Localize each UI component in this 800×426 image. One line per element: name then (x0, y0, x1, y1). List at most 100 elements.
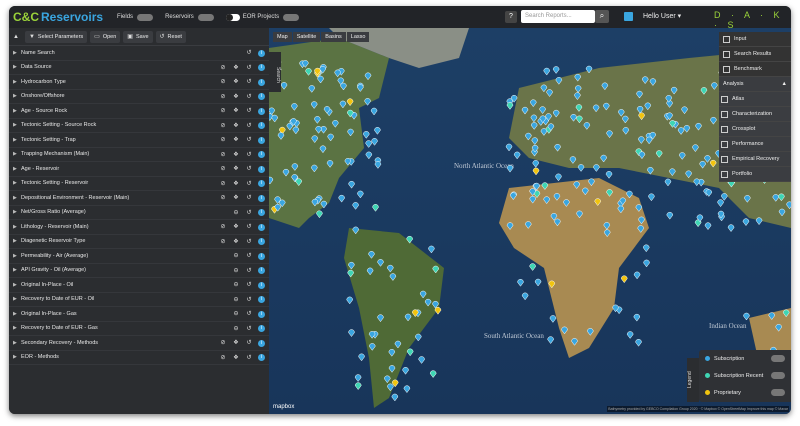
parameter-row[interactable]: ▶ Tectonic Setting - Source Rock ⊘ ❖ ↺ i (9, 119, 269, 133)
submenu-item[interactable]: Characterization (719, 107, 791, 122)
reset-icon[interactable]: ↺ (245, 238, 253, 246)
chevron-right-icon[interactable]: ▶ (13, 282, 21, 288)
map-attribution[interactable]: Bathymetry provided by GEBCO Compilation… (607, 406, 789, 412)
values-icon[interactable]: ❖ (232, 354, 240, 362)
info-icon[interactable]: i (258, 151, 265, 158)
parameter-row[interactable]: ▶ Permeability - Air (Average) ⊖ ↺ i (9, 249, 269, 264)
info-icon[interactable]: i (258, 93, 265, 100)
chevron-right-icon[interactable]: ▶ (13, 180, 21, 186)
search-icon[interactable]: ⌕ (595, 10, 609, 23)
reset-icon[interactable]: ↺ (245, 122, 253, 130)
clear-icon[interactable]: ⊘ (219, 122, 227, 130)
parameter-row[interactable]: ▶ Diagenetic Reservoir Type ⊘ ❖ ↺ i (9, 235, 269, 249)
info-icon[interactable]: i (258, 223, 265, 231)
reset-icon[interactable]: ↺ (245, 180, 253, 188)
info-icon[interactable]: i (258, 122, 265, 129)
reservoirs-toggle[interactable]: Reservoirs (165, 13, 214, 21)
values-icon[interactable]: ❖ (232, 339, 240, 347)
clear-icon[interactable]: ⊘ (219, 180, 227, 188)
parameter-row[interactable]: ▶ Name Search ↺ i (9, 46, 269, 61)
clear-icon[interactable]: ⊘ (219, 151, 227, 159)
reset-icon[interactable]: ↺ (245, 136, 253, 144)
parameter-row[interactable]: ▶ Age - Source Rock ⊘ ❖ ↺ i (9, 104, 269, 119)
values-icon[interactable]: ❖ (232, 64, 240, 72)
fields-switch[interactable] (137, 13, 154, 21)
save-button[interactable]: ▣ Save (123, 30, 153, 43)
parameter-row[interactable]: ▶ Tectonic Setting - Trap ⊘ ❖ ↺ i (9, 133, 269, 148)
chevron-right-icon[interactable]: ▶ (13, 340, 21, 346)
reset-icon[interactable]: ↺ (245, 151, 253, 159)
chevron-right-icon[interactable]: ▶ (13, 151, 21, 157)
reset-icon[interactable]: ↺ (245, 339, 253, 347)
submenu-item[interactable]: Performance (719, 137, 791, 152)
info-icon[interactable]: i (258, 310, 265, 318)
range-icon[interactable]: ⊖ (232, 252, 240, 260)
menu-benchmark[interactable]: Benchmark (719, 62, 791, 77)
chevron-right-icon[interactable]: ▶ (13, 238, 21, 244)
info-icon[interactable]: i (258, 252, 265, 260)
clear-icon[interactable]: ⊘ (219, 93, 227, 101)
reset-icon[interactable]: ↺ (245, 165, 253, 173)
chevron-right-icon[interactable]: ▶ (13, 253, 21, 259)
info-icon[interactable]: i (258, 354, 265, 361)
reset-icon[interactable]: ↺ (245, 310, 253, 318)
parameter-row[interactable]: ▶ Recovery to Date of EUR - Oil ⊖ ↺ i (9, 293, 269, 307)
clear-icon[interactable]: ⊘ (219, 136, 227, 144)
eor-switch-on[interactable] (225, 13, 240, 21)
parameter-row[interactable]: ▶ Trapping Mechanism (Main) ⊘ ❖ ↺ i (9, 148, 269, 162)
info-icon[interactable]: i (258, 180, 265, 187)
menu-input[interactable]: Input (719, 32, 791, 47)
parameter-row[interactable]: ▶ Onshore/Offshore ⊘ ❖ ↺ i (9, 90, 269, 104)
submenu-item[interactable]: Portfolio (719, 167, 791, 182)
chevron-right-icon[interactable]: ▶ (13, 64, 21, 70)
info-icon[interactable]: i (258, 49, 265, 57)
info-icon[interactable]: i (258, 78, 265, 86)
app-logo[interactable]: C&C Reservoirs (13, 10, 103, 24)
search-reports-input[interactable]: Search Reports... (521, 10, 595, 23)
parameter-row[interactable]: ▶ Tectonic Setting - Reservoir ⊘ ❖ ↺ i (9, 177, 269, 191)
eor-switch[interactable] (283, 13, 300, 21)
legend-toggle[interactable] (771, 389, 785, 396)
clear-icon[interactable]: ⊘ (219, 107, 227, 115)
info-icon[interactable]: i (258, 64, 265, 71)
info-icon[interactable]: i (258, 136, 265, 144)
legend-tab[interactable]: Legend (687, 358, 699, 402)
parameter-row[interactable]: ▶ Net/Gross Ratio (Average) ⊖ ↺ i (9, 206, 269, 220)
parameter-row[interactable]: ▶ Secondary Recovery - Methods ⊘ ❖ ↺ i (9, 336, 269, 351)
values-icon[interactable]: ❖ (232, 93, 240, 101)
parameter-row[interactable]: ▶ Age - Reservoir ⊘ ❖ ↺ i (9, 162, 269, 177)
chevron-right-icon[interactable]: ▶ (13, 354, 21, 360)
help-button[interactable]: ? (505, 11, 517, 23)
reset-icon[interactable]: ↺ (245, 325, 253, 333)
fields-toggle[interactable]: Fields (117, 13, 154, 21)
chevron-right-icon[interactable]: ▶ (13, 296, 21, 302)
clear-icon[interactable]: ⊘ (219, 194, 227, 202)
info-icon[interactable]: i (258, 296, 265, 303)
reset-button[interactable]: ↺ Reset (155, 30, 186, 43)
chevron-right-icon[interactable]: ▶ (13, 325, 21, 331)
menu-search-results[interactable]: Search Results (719, 47, 791, 62)
parameter-row[interactable]: ▶ Original In-Place - Oil ⊖ ↺ i (9, 278, 269, 293)
range-icon[interactable]: ⊖ (232, 267, 240, 275)
values-icon[interactable]: ❖ (232, 180, 240, 188)
range-icon[interactable]: ⊖ (232, 209, 240, 217)
submenu-item[interactable]: Atlas (719, 92, 791, 107)
collapse-up-icon[interactable]: ▲ (13, 34, 19, 40)
clear-icon[interactable]: ⊘ (219, 64, 227, 72)
values-icon[interactable]: ❖ (232, 78, 240, 86)
reset-icon[interactable]: ↺ (245, 267, 253, 275)
clear-icon[interactable]: ⊘ (219, 339, 227, 347)
reset-icon[interactable]: ↺ (245, 281, 253, 289)
eor-toggle[interactable]: EOR Projects (225, 13, 300, 21)
parameter-row[interactable]: ▶ Lithology - Reservoir (Main) ⊘ ❖ ↺ i (9, 220, 269, 235)
range-icon[interactable]: ⊖ (232, 296, 240, 304)
info-icon[interactable]: i (258, 238, 265, 245)
reset-icon[interactable]: ↺ (245, 107, 253, 115)
clear-icon[interactable]: ⊘ (219, 78, 227, 86)
reset-icon[interactable]: ↺ (245, 209, 253, 217)
reset-icon[interactable]: ↺ (245, 78, 253, 86)
reset-icon[interactable]: ↺ (245, 93, 253, 101)
search-tab[interactable]: Search (269, 52, 281, 92)
map-lasso-button[interactable]: Lasso (346, 32, 370, 42)
chevron-right-icon[interactable]: ▶ (13, 137, 21, 143)
